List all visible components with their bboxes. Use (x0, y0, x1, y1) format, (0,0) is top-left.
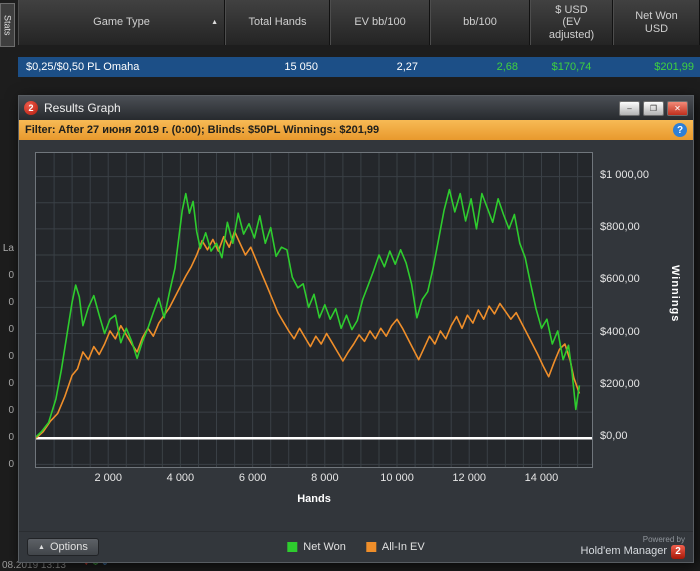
all-in-ev-swatch-icon (365, 542, 376, 552)
x-axis-title: Hands (297, 493, 331, 505)
cell-usd-ev-adjusted: $170,74 (551, 61, 592, 73)
all-in-ev-line (36, 230, 581, 439)
y-tick-label: $200,00 (600, 377, 640, 390)
dialog-bottom-bar: ▲ Options Net Won All-In EV Powered by H… (19, 531, 693, 562)
column-label: Game Type (93, 16, 150, 29)
column-label: Total Hands (248, 16, 307, 29)
sort-ascending-icon: ▲ (211, 18, 218, 26)
cell-total-hands: 15 050 (284, 61, 318, 73)
background-cell-fragment: 0 (8, 405, 14, 416)
dialog-titlebar[interactable]: 2 Results Graph – ❐ ✕ (19, 96, 693, 120)
y-tick-label: $600,00 (600, 273, 640, 286)
all-in-ev-legend-label: All-In EV (381, 541, 425, 553)
cell-ev-bb100: 2,27 (396, 61, 418, 73)
table-row[interactable]: $0,25/$0,50 PL Omaha 15 050 2,27 2,68 $1… (18, 57, 700, 77)
background-cell-fragment: 0 (8, 432, 14, 443)
cell-bb100: 2,68 (496, 61, 518, 73)
chart-legend: Net Won All-In EV (287, 541, 425, 553)
column-header-net-won-usd[interactable]: Net Won USD (613, 0, 700, 45)
net-won-swatch-icon (287, 542, 298, 552)
x-tick-label: 2 000 (94, 472, 122, 484)
stats-vertical-tab[interactable]: Stats (0, 3, 15, 47)
chart-area: Hands Winnings 2 000 4 000 6 000 8 000 10 00… (19, 140, 693, 531)
plot-panel[interactable] (35, 152, 593, 468)
options-button[interactable]: ▲ Options (27, 538, 99, 556)
holdem-manager-label: Hold'em Manager (580, 545, 667, 558)
column-label: EV bb/100 (354, 16, 406, 29)
filter-bar: Filter: After 27 июня 2019 г. (0:00); Bl… (19, 120, 693, 140)
net-won-legend-label: Net Won (303, 541, 346, 553)
x-tick-label: 4 000 (166, 472, 195, 484)
y-axis-title: Winnings (669, 265, 681, 323)
column-label: $ USD (EV adjusted) (548, 3, 595, 41)
net-won-line (36, 188, 581, 438)
powered-by: Powered by Hold'em Manager 2 (580, 535, 685, 559)
background-cell-fragment: 0 (8, 351, 14, 362)
x-tick-label: 12 000 (452, 472, 487, 484)
y-tick-label: $400,00 (600, 325, 640, 338)
background-cell-fragment: 0 (8, 378, 14, 389)
close-button[interactable]: ✕ (667, 100, 688, 116)
maximize-button[interactable]: ❐ (643, 100, 664, 116)
y-tick-label: $800,00 (600, 220, 640, 233)
x-tick-label: 10 000 (380, 472, 414, 484)
column-header-game-type[interactable]: Game Type ▲ (18, 0, 225, 45)
column-label: bb/100 (463, 16, 497, 29)
filter-text: Filter: After 27 июня 2019 г. (0:00); Bl… (25, 124, 380, 136)
background-cell-fragment: 0 (8, 459, 14, 470)
results-graph-dialog: 2 Results Graph – ❐ ✕ Filter: After 27 и… (18, 95, 694, 563)
cell-game-type: $0,25/$0,50 PL Omaha (26, 61, 140, 73)
y-tick-label: $1 000,00 (600, 168, 649, 181)
chevron-up-icon: ▲ (38, 543, 45, 551)
info-icon[interactable]: ? (673, 123, 687, 137)
powered-by-caption: Powered by (642, 535, 685, 545)
background-cell-fragment: 0 (8, 324, 14, 335)
cell-net-won-usd: $201,99 (654, 61, 694, 73)
column-header-total-hands[interactable]: Total Hands (225, 0, 330, 45)
x-tick-label: 8 000 (311, 472, 339, 484)
dialog-title: Results Graph (44, 101, 121, 115)
hm2-logo-small-icon: 2 (671, 544, 685, 559)
background-table-left-fragments: La 0 0 0 0 0 0 0 0 (0, 243, 14, 486)
background-cell-fragment: 0 (8, 297, 14, 308)
screen: Stats Game Type ▲ Total Hands EV bb/100 … (0, 0, 700, 571)
column-header-bb100[interactable]: bb/100 (430, 0, 530, 45)
y-tick-label: $0,00 (600, 430, 628, 443)
x-tick-label: 6 000 (238, 472, 267, 484)
x-tick-label: 14 000 (524, 472, 559, 484)
background-cell-fragment: La (2, 243, 14, 254)
hm2-logo-icon: 2 (24, 101, 38, 115)
background-cell-fragment: 0 (8, 270, 14, 281)
minimize-button[interactable]: – (619, 100, 640, 116)
results-graph-plot (36, 153, 592, 467)
table-header: Game Type ▲ Total Hands EV bb/100 bb/100… (18, 0, 700, 45)
column-label: Net Won USD (635, 9, 678, 35)
column-header-ev-bb100[interactable]: EV bb/100 (330, 0, 430, 45)
column-header-usd-ev-adjusted[interactable]: $ USD (EV adjusted) (530, 0, 613, 45)
options-button-label: Options (49, 541, 88, 553)
